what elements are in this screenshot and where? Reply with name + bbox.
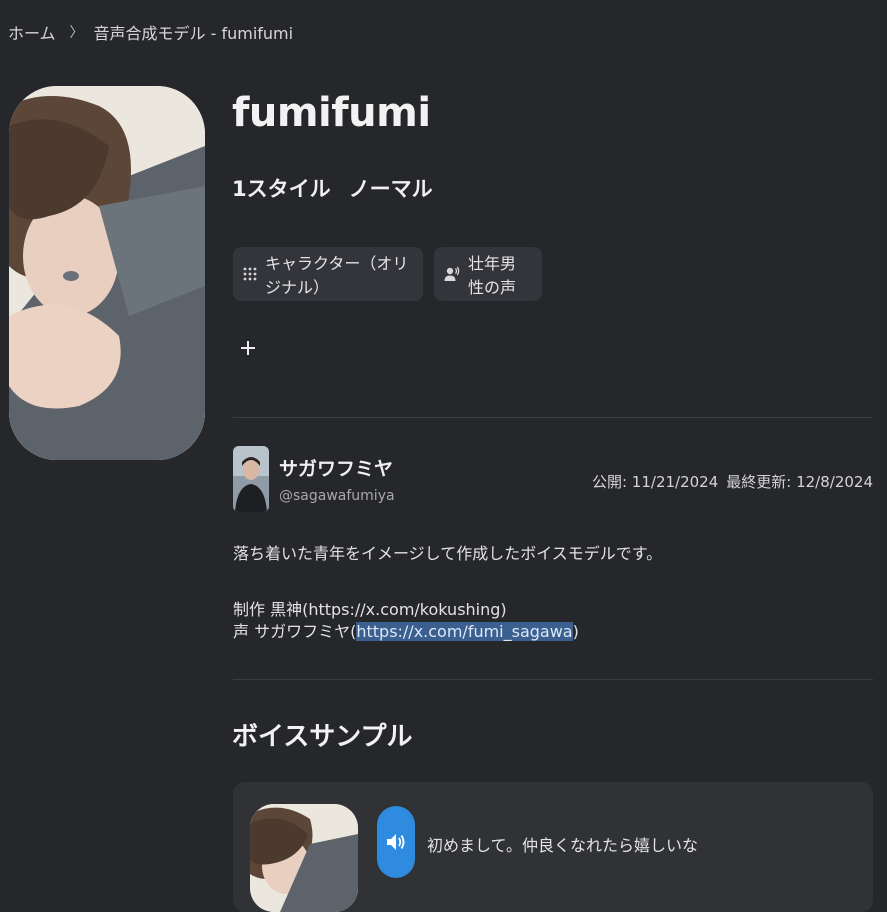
breadcrumb: ホーム 〉 音声合成モデル - fumifumi bbox=[8, 20, 293, 44]
description-text: 声 サガワフミヤ( bbox=[233, 622, 357, 641]
model-title: fumifumi bbox=[232, 90, 431, 136]
description-text: ) bbox=[572, 622, 579, 641]
style-count: 1スタイル bbox=[232, 177, 331, 201]
plus-icon bbox=[241, 341, 255, 355]
author-handle: @sagawafumiya bbox=[279, 488, 395, 504]
tag-chip-character[interactable]: キャラクター（オリジナル） bbox=[233, 247, 423, 301]
voice-link[interactable]: https://x.com/fumi_sagawa bbox=[356, 622, 573, 641]
published-date: 公開: 11/21/2024 bbox=[591, 473, 719, 491]
voice-sample-card: 初めまして。仲良くなれたら嬉しいな bbox=[233, 782, 873, 912]
model-dates: 公開: 11/21/2024 最終更新: 12/8/2024 bbox=[592, 471, 873, 492]
voice-person-icon bbox=[444, 265, 460, 283]
author-name[interactable]: サガワフミヤ bbox=[279, 454, 393, 481]
description-line: 制作 黒神(https://x.com/kokushing) bbox=[233, 600, 507, 619]
play-sample-button[interactable] bbox=[377, 806, 415, 878]
breadcrumb-separator-icon: 〉 bbox=[69, 25, 84, 41]
tag-chip-label: 壮年男性の声 bbox=[468, 254, 517, 297]
breadcrumb-home[interactable]: ホーム bbox=[8, 20, 56, 44]
divider bbox=[233, 417, 873, 418]
style-name: ノーマル bbox=[348, 177, 433, 201]
author-avatar[interactable] bbox=[233, 446, 269, 512]
sample-text: 初めまして。仲良くなれたら嬉しいな bbox=[427, 836, 699, 855]
add-tag-button[interactable] bbox=[237, 337, 259, 359]
updated-date: 最終更新: 12/8/2024 bbox=[726, 473, 873, 491]
sample-thumbnail bbox=[250, 804, 358, 912]
tag-chip-voice-type[interactable]: 壮年男性の声 bbox=[434, 247, 542, 301]
divider bbox=[233, 679, 873, 680]
description-line: 声 サガワフミヤ(https://x.com/fumi_sagawa) bbox=[233, 621, 853, 643]
speaker-icon bbox=[387, 834, 405, 850]
voice-samples-title: ボイスサンプル bbox=[232, 722, 413, 752]
model-cover-image bbox=[9, 86, 205, 460]
model-style-info: 1スタイル ノーマル bbox=[232, 173, 433, 203]
grid-dots-icon bbox=[243, 265, 257, 283]
breadcrumb-current: 音声合成モデル - fumifumi bbox=[93, 24, 294, 43]
description-line: 落ち着いた青年をイメージして作成したボイスモデルです。 bbox=[233, 544, 663, 563]
tag-chip-label: キャラクター（オリジナル） bbox=[265, 254, 409, 297]
model-description: 落ち着いた青年をイメージして作成したボイスモデルです。 制作 黒神(https:… bbox=[233, 543, 853, 643]
